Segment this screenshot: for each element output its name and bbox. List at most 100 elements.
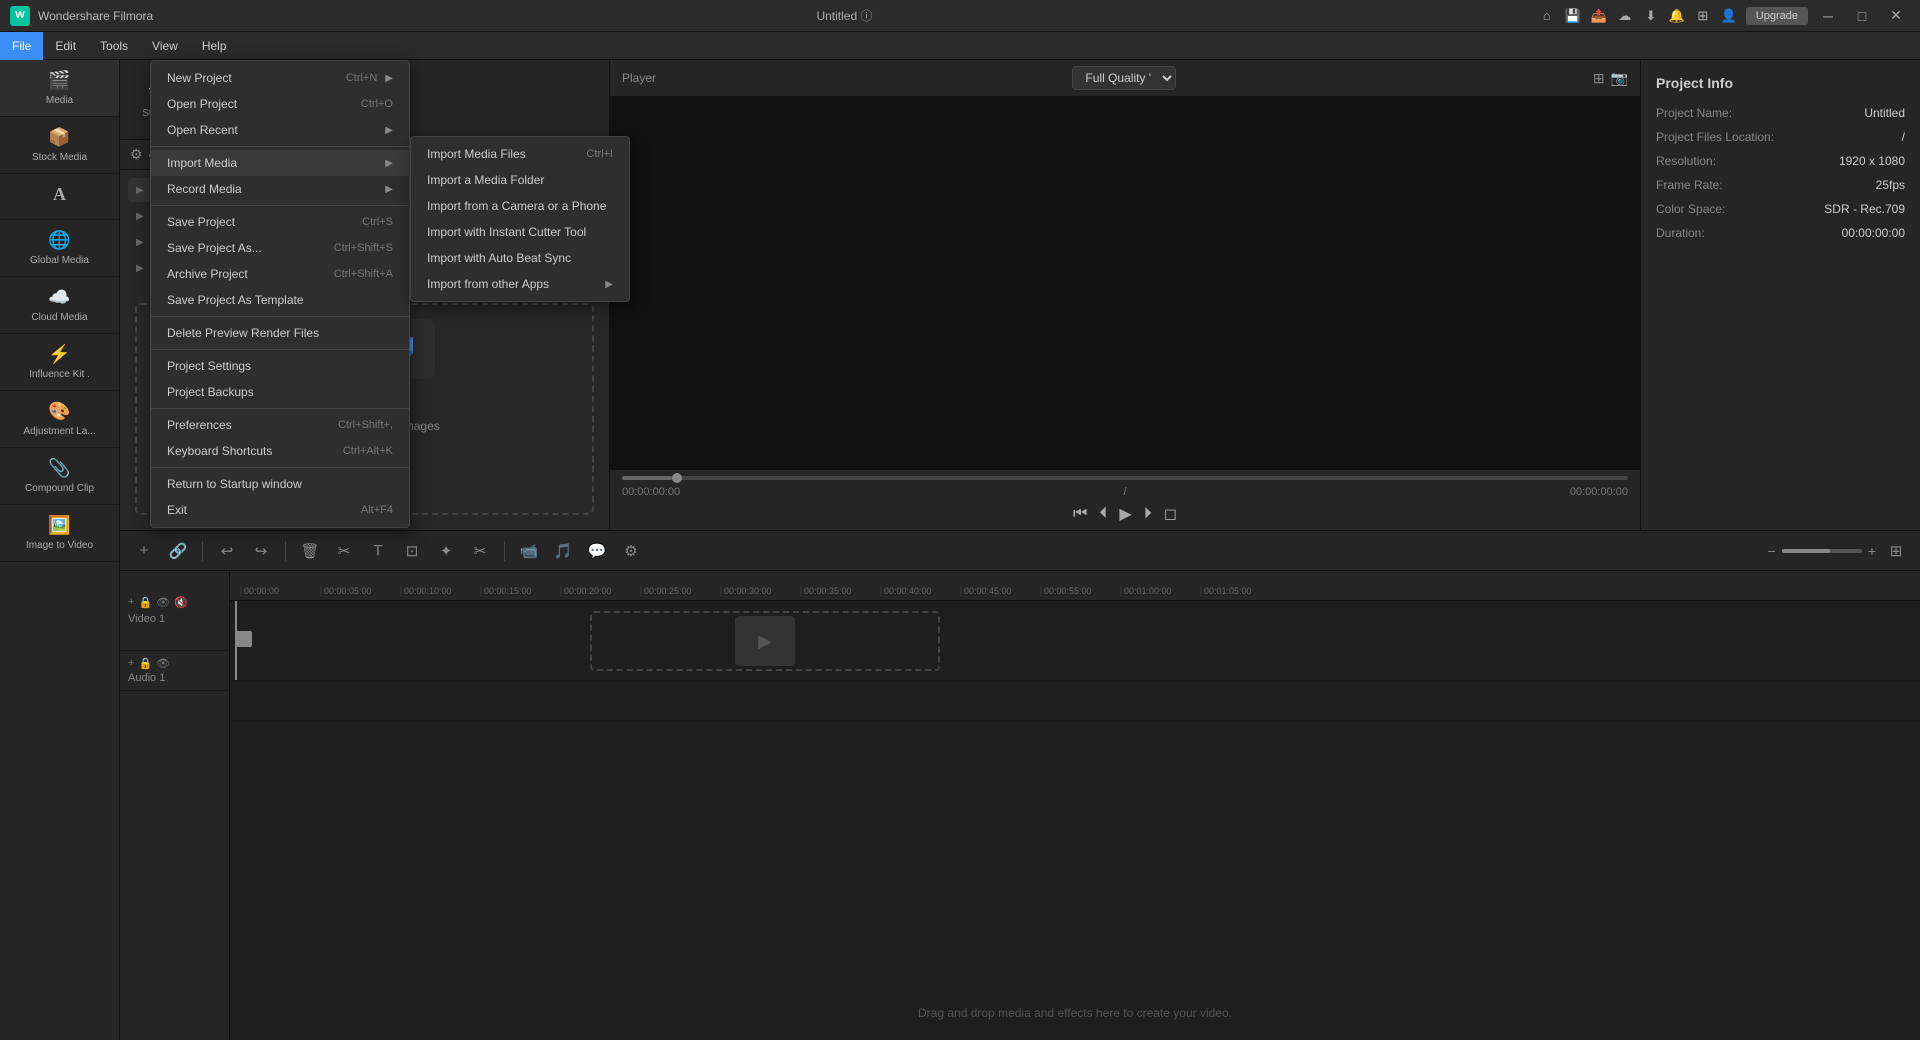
keyboard-shortcuts-shortcut: Ctrl+Alt+K [343, 445, 393, 457]
info-row-name: Project Name: Untitled [1656, 106, 1905, 120]
menu-save-project[interactable]: Save Project Ctrl+S [151, 209, 409, 235]
frame-forward-button[interactable]: ⏵ [1144, 505, 1152, 523]
sidebar-item-compound[interactable]: 📎 Compound Clip [0, 448, 119, 505]
redo-button[interactable]: ↪ [247, 537, 275, 565]
info-key-files: Project Files Location: [1656, 130, 1774, 144]
sidebar-item-stock[interactable]: 📦 Stock Media [0, 117, 119, 174]
track-area: 00:00:00 00:00:05:00 00:00:10:00 00:00:1… [230, 571, 1920, 1040]
ruler-mark-0: 00:00:00 [240, 586, 320, 596]
adjustment-icon: 🎨 [48, 401, 70, 422]
timeline-ruler: 00:00:00 00:00:05:00 00:00:10:00 00:00:1… [230, 571, 1920, 601]
menu-project-backups[interactable]: Project Backups [151, 379, 409, 405]
fullscreen-icon[interactable]: ⊞ [1593, 70, 1605, 87]
text-button[interactable]: T [364, 537, 392, 565]
sidebar-item-global[interactable]: 🌐 Global Media [0, 220, 119, 277]
close-button[interactable]: ✕ [1882, 6, 1910, 26]
cloud-media-icon: ☁️ [48, 287, 70, 308]
sidebar-item-cloud[interactable]: ☁️ Cloud Media [0, 277, 119, 334]
export-icon[interactable]: 📤 [1588, 5, 1610, 27]
menu-save-as-template[interactable]: Save Project As Template [151, 287, 409, 313]
snapshot-icon[interactable]: 📷 [1611, 70, 1628, 87]
menu-import-media[interactable]: Import Media ▶ [151, 150, 409, 176]
skip-back-button[interactable]: ⏮ [1073, 505, 1087, 523]
more-tools-button[interactable]: ✂ [466, 537, 494, 565]
video-track-eye[interactable]: 👁 [156, 596, 170, 609]
video-track-mute[interactable]: 🔇 [174, 596, 188, 609]
minimize-button[interactable]: ─ [1814, 6, 1842, 26]
track-add-other[interactable]: ⚙ [617, 537, 645, 565]
layout-options-button[interactable]: ⊞ [1882, 537, 1910, 565]
sidebar-item-image-video[interactable]: 🖼️ Image to Video [0, 505, 119, 562]
menu-new-project[interactable]: New Project Ctrl+N ▶ [151, 65, 409, 91]
cut-button[interactable]: ✂ [330, 537, 358, 565]
menu-save-project-as[interactable]: Save Project As... Ctrl+Shift+S [151, 235, 409, 261]
play-button[interactable]: ▶ [1119, 504, 1131, 524]
drop-hint: Drag and drop media and effects here to … [918, 1006, 1232, 1020]
separator-2 [151, 205, 409, 206]
preferences-shortcut: Ctrl+Shift+, [338, 419, 393, 431]
video-track-lock[interactable]: 🔒 [138, 596, 152, 609]
menu-tools[interactable]: Tools [88, 32, 140, 60]
sidebar-item-influence[interactable]: ⚡ Influence Kit . [0, 334, 119, 391]
video-drop-zone[interactable]: ▶ [590, 611, 940, 671]
sidebar-item-media[interactable]: 🎬 Media [0, 60, 119, 117]
audio-track-eye[interactable]: 👁 [156, 657, 170, 670]
audio-track-label: Audio 1 [128, 672, 165, 684]
menu-project-settings[interactable]: Project Settings [151, 353, 409, 379]
save-project-label: Save Project [167, 215, 235, 229]
track-add-text[interactable]: 💬 [583, 537, 611, 565]
link-button[interactable]: 🔗 [164, 537, 192, 565]
save-icon[interactable]: 💾 [1562, 5, 1584, 27]
menu-delete-preview[interactable]: Delete Preview Render Files [151, 320, 409, 346]
progress-bar[interactable] [622, 476, 1628, 480]
archive-project-label: Archive Project [167, 267, 248, 281]
menu-edit[interactable]: Edit [43, 32, 88, 60]
download-icon[interactable]: ⬇ [1640, 5, 1662, 27]
zoom-in-button[interactable]: + [1868, 543, 1876, 559]
effects-button[interactable]: ✦ [432, 537, 460, 565]
sidebar-item-adjustment[interactable]: 🎨 Adjustment La... [0, 391, 119, 448]
menu-keyboard-shortcuts[interactable]: Keyboard Shortcuts Ctrl+Alt+K [151, 438, 409, 464]
user-icon[interactable]: 👤 [1718, 5, 1740, 27]
crop-button[interactable]: ⊡ [398, 537, 426, 565]
menu-help[interactable]: Help [190, 32, 239, 60]
audio-track-add[interactable]: + [128, 657, 134, 670]
sidebar-item-a[interactable]: A [0, 174, 119, 220]
menu-view[interactable]: View [140, 32, 190, 60]
save-project-as-label: Save Project As... [167, 241, 262, 255]
zoom-out-button[interactable]: − [1768, 543, 1776, 559]
menu-return-startup[interactable]: Return to Startup window [151, 471, 409, 497]
maximize-button[interactable]: □ [1848, 6, 1876, 26]
quality-select[interactable]: Full Quality ' [1072, 66, 1176, 90]
menu-exit[interactable]: Exit Alt+F4 [151, 497, 409, 523]
layout-icon[interactable]: ⊞ [1692, 5, 1714, 27]
collapse-icon[interactable]: ‹ [594, 147, 599, 163]
menu-archive-project[interactable]: Archive Project Ctrl+Shift+A [151, 261, 409, 287]
menu-record-media[interactable]: Record Media ▶ [151, 176, 409, 202]
zoom-slider[interactable] [1782, 549, 1862, 553]
stock-icon: 📦 [48, 127, 70, 148]
notification-icon[interactable]: 🔔 [1666, 5, 1688, 27]
track-add-video[interactable]: 📹 [515, 537, 543, 565]
cloud-icon[interactable]: ☁ [1614, 5, 1636, 27]
menu-file[interactable]: File [0, 32, 43, 60]
playhead [235, 601, 237, 680]
filter-icon[interactable]: ⚙ [130, 146, 143, 163]
frame-back-button[interactable]: ⏴ [1099, 505, 1107, 523]
playhead-handle[interactable] [236, 631, 252, 647]
mark-button[interactable]: ◻ [1164, 504, 1177, 524]
audio-track-lock[interactable]: 🔒 [138, 657, 152, 670]
menu-open-recent[interactable]: Open Recent ▶ [151, 117, 409, 143]
video-track-add[interactable]: + [128, 596, 134, 609]
track-add-audio[interactable]: 🎵 [549, 537, 577, 565]
home-icon[interactable]: ⌂ [1536, 5, 1558, 27]
upgrade-button[interactable]: Upgrade [1746, 7, 1808, 25]
info-val-name: Untitled [1864, 106, 1905, 120]
track-labels: + 🔒 👁 🔇 Video 1 + 🔒 👁 Audi [120, 571, 230, 1040]
delete-button[interactable]: 🗑 [296, 537, 324, 565]
add-track-button[interactable]: + [130, 537, 158, 565]
menu-open-project[interactable]: Open Project Ctrl+O [151, 91, 409, 117]
menu-preferences[interactable]: Preferences Ctrl+Shift+, [151, 412, 409, 438]
undo-button[interactable]: ↩ [213, 537, 241, 565]
player-top-bar: Player Full Quality ' ⊞ 📷 [610, 60, 1640, 97]
